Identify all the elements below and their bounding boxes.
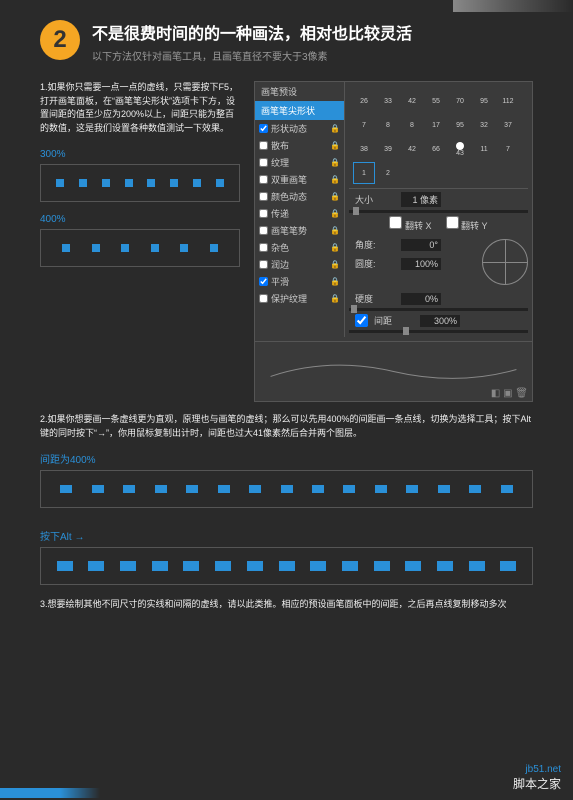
opt-shape-dynamics[interactable]: 形状动态🔒 [255,120,344,137]
hardness-value[interactable]: 0% [401,293,441,305]
instruction-2: 2.如果你想要画一条虚线更为直观，原理也与画笔的虚线；那么可以先用400%的间距… [40,412,533,441]
sample-label-4: 按下Alt → [40,528,533,543]
opt-wet-edges[interactable]: 润边🔒 [255,256,344,273]
tab-brush-presets[interactable]: 画笔预设 [255,82,344,101]
hardness-slider[interactable] [349,308,528,311]
opt-smoothing[interactable]: 平滑🔒 [255,273,344,290]
size-slider[interactable] [349,210,528,213]
flipx-checkbox[interactable]: 翻转 X [389,216,431,232]
roundness-value[interactable]: 100% [401,258,441,270]
brush-panel: 画笔预设 画笔笔尖形状 形状动态🔒 散布🔒 纹理🔒 双重画笔🔒 颜色动态🔒 传递… [254,81,533,402]
opt-noise[interactable]: 杂色🔒 [255,239,344,256]
watermark: jb51.net 脚本之家 [513,764,561,792]
instruction-1: 1.如果你只需要一点一点的虚线，只需要按下F5，打开画笔面板，在“画笔笔尖形状”… [40,81,240,135]
sample-label-3: 间距为400% [40,451,533,466]
opt-scatter[interactable]: 散布🔒 [255,137,344,154]
sample-label-2: 400% [40,214,240,225]
step-title: 不是很费时间的的一种画法，相对也比较灵活 [92,20,533,44]
spacing-checkbox[interactable] [355,314,368,327]
tab-brush-tip-shape[interactable]: 画笔笔尖形状 [255,101,344,120]
spacing-value[interactable]: 300% [420,315,460,327]
step-header: 2 不是很费时间的的一种画法，相对也比较灵活 以下方法仅针对画笔工具，且画笔直径… [40,20,533,63]
angle-value[interactable]: 0° [401,239,441,251]
spacing-slider[interactable] [349,330,528,333]
brush-presets-grid[interactable]: 26 33 42 55 70 95 112 7 8 8 17 95 32 37 [349,86,528,189]
opt-color-dynamics[interactable]: 颜色动态🔒 [255,188,344,205]
sample-label-1: 300% [40,149,240,160]
panel-controls-icon[interactable]: ◧ ▣ 🗑 [491,388,528,399]
opt-brush-pose[interactable]: 画笔笔势🔒 [255,222,344,239]
lock-icon: 🔒 [330,124,340,133]
brush-selected[interactable]: 1 [353,162,375,184]
size-label: 大小 [355,193,395,206]
size-value[interactable]: 1 像素 [401,192,441,207]
flipy-checkbox[interactable]: 翻转 Y [446,216,488,232]
step-subtitle: 以下方法仅针对画笔工具，且画笔直径不要大于3像素 [92,48,533,63]
opt-transfer[interactable]: 传递🔒 [255,205,344,222]
instruction-3: 3.想要绘制其他不同尺寸的实线和间隔的虚线，请以此类推。相应的预设画笔面板中的间… [40,597,533,611]
opt-texture[interactable]: 纹理🔒 [255,154,344,171]
sample-300 [40,164,240,202]
opt-dual-brush[interactable]: 双重画笔🔒 [255,171,344,188]
sample-spacing-400 [40,470,533,508]
step-number-badge: 2 [40,20,80,60]
sample-400 [40,229,240,267]
opt-protect-texture[interactable]: 保护纹理🔒 [255,290,344,307]
sample-alt-arrow [40,547,533,585]
angle-preview-icon[interactable] [482,239,528,285]
